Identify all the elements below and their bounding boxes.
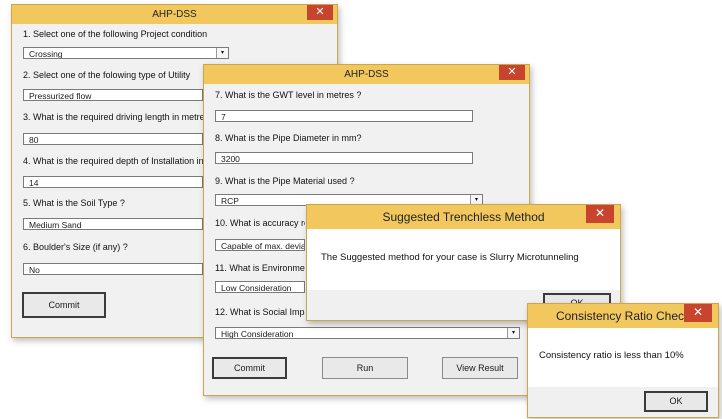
accuracy-value: Capable of max. deviation <box>221 241 304 251</box>
accuracy-select[interactable]: Capable of max. deviation <box>215 239 305 251</box>
question-1-label: 1. Select one of the following Project c… <box>23 29 208 39</box>
close-icon: ✕ <box>692 305 704 319</box>
suggested-method-titlebar: Suggested Trenchless Method ✕ <box>307 205 620 229</box>
consistency-ratio-message: Consistency ratio is less than 10% <box>539 350 684 361</box>
utility-type-value: Pressurized flow <box>29 91 92 101</box>
consistency-ratio-titlebar: Consistency Ratio Check ✕ <box>528 304 718 328</box>
consistency-ratio-dialog: Consistency Ratio Check ✕ Consistency ra… <box>527 303 719 418</box>
commit-button[interactable]: Commit <box>212 357 287 379</box>
run-button[interactable]: Run <box>322 357 408 379</box>
suggested-method-title: Suggested Trenchless Method <box>382 210 545 224</box>
run-button-label: Run <box>356 363 374 373</box>
window-2-titlebar: AHP-DSS ✕ <box>204 65 529 84</box>
boulder-size-value: No <box>29 265 40 275</box>
gwt-level-value: 7 <box>221 112 226 122</box>
question-11-label: 11. What is Environmental Impact ? <box>215 263 305 273</box>
question-12-label: 12. What is Social Impact ? <box>215 307 305 317</box>
question-4-label: 4. What is the required depth of Install… <box>23 156 203 166</box>
question-9-label: 9. What is the Pipe Material used ? <box>215 176 355 186</box>
ok-button-label: OK <box>669 396 683 406</box>
driving-length-input[interactable]: 80 <box>23 133 203 145</box>
chevron-down-icon[interactable]: ▾ <box>216 48 228 58</box>
window-1-titlebar: AHP-DSS ✕ <box>12 5 337 24</box>
commit-button-label: Commit <box>48 300 80 310</box>
close-icon: ✕ <box>507 66 517 78</box>
commit-button-label: Commit <box>234 363 265 373</box>
social-impact-select[interactable]: High Consideration ▾ <box>215 327 520 339</box>
installation-depth-value: 14 <box>29 178 39 188</box>
window-1-close-button[interactable]: ✕ <box>307 5 333 20</box>
social-impact-value: High Consideration <box>221 329 294 339</box>
consistency-ratio-title: Consistency Ratio Check <box>555 309 691 323</box>
consistency-ratio-close-button[interactable]: ✕ <box>684 304 712 322</box>
installation-depth-input[interactable]: 14 <box>23 176 203 188</box>
question-5-label: 5. What is the Soil Type ? <box>23 198 125 208</box>
close-icon: ✕ <box>315 6 325 18</box>
consistency-ratio-footer: OK <box>528 387 718 417</box>
environmental-impact-value: Low Consideration <box>221 283 292 293</box>
question-6-label: 6. Boulder's Size (if any) ? <box>23 242 128 252</box>
question-10-label: 10. What is accuracy required ? <box>215 218 305 228</box>
soil-type-field[interactable]: Medium Sand <box>23 218 203 230</box>
pipe-diameter-input[interactable]: 3200 <box>215 152 473 164</box>
ok-button[interactable]: OK <box>644 391 708 412</box>
close-icon: ✕ <box>594 206 606 220</box>
pipe-material-value: RCP <box>221 196 239 206</box>
chevron-down-icon[interactable]: ▾ <box>507 328 519 338</box>
soil-type-value: Medium Sand <box>29 220 82 230</box>
utility-type-field[interactable]: Pressurized flow <box>23 89 203 101</box>
project-condition-value: Crossing <box>29 49 63 59</box>
window-1-title: AHP-DSS <box>152 9 197 20</box>
gwt-level-input[interactable]: 7 <box>215 110 473 122</box>
pipe-diameter-value: 3200 <box>221 154 240 164</box>
driving-length-value: 80 <box>29 135 39 145</box>
commit-button[interactable]: Commit <box>22 292 106 318</box>
view-result-button-label: View Result <box>456 363 504 373</box>
question-8-label: 8. What is the Pipe Diameter in mm? <box>215 133 362 143</box>
suggested-method-message: The Suggested method for your case is Sl… <box>321 252 579 263</box>
boulder-size-field[interactable]: No <box>23 263 203 275</box>
question-3-label: 3. What is the required driving length i… <box>23 112 203 122</box>
project-condition-select[interactable]: Crossing ▾ <box>23 47 229 59</box>
environmental-impact-select[interactable]: Low Consideration <box>215 281 305 293</box>
suggested-method-close-button[interactable]: ✕ <box>586 205 614 223</box>
view-result-button[interactable]: View Result <box>442 357 518 379</box>
consistency-ratio-body: Consistency ratio is less than 10% OK <box>528 328 718 417</box>
question-2-label: 2. Select one of the folowing type of Ut… <box>23 70 191 80</box>
question-7-label: 7. What is the GWT level in metres ? <box>215 90 362 100</box>
window-2-close-button[interactable]: ✕ <box>499 65 525 80</box>
window-2-title: AHP-DSS <box>344 69 389 80</box>
